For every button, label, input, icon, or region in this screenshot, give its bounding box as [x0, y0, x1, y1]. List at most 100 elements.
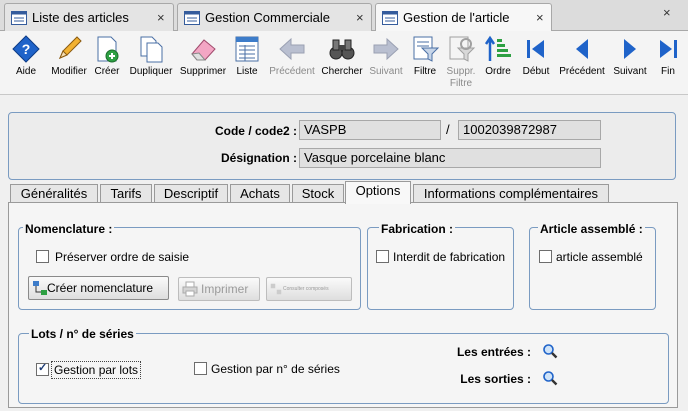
toolbar-label: Précédent: [559, 66, 605, 77]
toolbar-label: Modifier: [51, 66, 87, 77]
options-panel: Nomenclature : Préserver ordre de saisie…: [8, 202, 678, 408]
tab-informations-complementaires[interactable]: Informations complémentaires: [413, 184, 609, 204]
code-field[interactable]: VASPB: [299, 120, 441, 140]
search-button[interactable]: Chercher: [320, 34, 364, 92]
magnifier-icon[interactable]: [542, 343, 558, 359]
close-all-icon[interactable]: ×: [663, 5, 671, 20]
list-button[interactable]: Liste: [230, 34, 264, 92]
printer-icon: [182, 281, 198, 297]
toolbar-label: Chercher: [321, 66, 363, 77]
forbid-fabrication-checkbox[interactable]: [376, 250, 389, 263]
next-record-button[interactable]: Suivant: [609, 34, 651, 92]
designation-label: Désignation :: [220, 151, 297, 165]
assembled-label: article assemblé: [556, 250, 643, 264]
toolbar-label: Créer: [94, 66, 120, 77]
help-button[interactable]: ? Aide: [3, 34, 49, 92]
print-button[interactable]: Imprimer: [178, 277, 260, 301]
toolbar-label: Suppr. Filtre: [446, 66, 476, 89]
remove-filter-icon: [449, 36, 476, 62]
tab-options[interactable]: Options: [345, 181, 411, 204]
consult-components-button[interactable]: Consulter composés: [266, 277, 352, 301]
toolbar-label: Aide: [15, 66, 36, 77]
tab-close-icon[interactable]: ×: [536, 10, 544, 25]
tab-label: Gestion de l'article: [403, 10, 510, 25]
toolbar-label: Dupliquer: [129, 66, 173, 77]
fabrication-group: [367, 227, 514, 310]
nomenclature-title: Nomenclature :: [23, 222, 115, 236]
components-icon: [270, 283, 282, 295]
svg-text:?: ?: [22, 41, 31, 57]
tab-gestion-commerciale[interactable]: Gestion Commerciale ×: [177, 3, 372, 31]
code-separator: /: [446, 122, 450, 137]
tab-close-icon[interactable]: ×: [356, 10, 364, 25]
previous-disabled-button[interactable]: Précédent: [266, 34, 318, 92]
toolbar-label: Suivant: [613, 66, 647, 77]
exits-label: Les sorties :: [460, 372, 531, 386]
tab-generalites[interactable]: Généralités: [10, 184, 98, 204]
toolbar-label: Liste: [236, 66, 258, 77]
assembled-title: Article assemblé :: [538, 222, 645, 236]
eraser-icon: [191, 39, 216, 61]
manage-by-serial-checkbox[interactable]: [194, 362, 207, 375]
forbid-fabrication-label: Interdit de fabrication: [393, 250, 506, 264]
print-label: Imprimer: [201, 282, 249, 296]
tab-stock[interactable]: Stock: [292, 184, 344, 204]
preserve-order-checkbox[interactable]: [36, 250, 49, 263]
last-record-button[interactable]: Fin: [652, 34, 684, 92]
sort-order-button[interactable]: Ordre: [481, 34, 515, 92]
document-tab-bar: Liste des articles × Gestion Commerciale…: [0, 0, 688, 32]
delete-button[interactable]: Supprimer: [177, 34, 229, 92]
tab-liste-des-articles[interactable]: Liste des articles ×: [4, 3, 174, 31]
copy-icon: [140, 36, 163, 63]
code-label: Code / code2 :: [214, 124, 297, 138]
edit-button[interactable]: Modifier: [48, 34, 90, 92]
tab-gestion-article[interactable]: Gestion de l'article ×: [375, 3, 552, 32]
assembled-checkbox[interactable]: [539, 250, 552, 263]
next-disabled-button[interactable]: Suivant: [365, 34, 407, 92]
create-nomenclature-label: Créer nomenclature: [47, 281, 154, 295]
pencil-icon: [59, 36, 82, 59]
remove-filter-button[interactable]: Suppr. Filtre: [443, 34, 479, 92]
tab-label: Gestion Commerciale: [205, 10, 330, 25]
manage-by-serial-label: Gestion par n° de séries: [211, 362, 340, 376]
fabrication-title: Fabrication :: [379, 222, 456, 236]
help-icon: ?: [12, 35, 40, 63]
assembled-group: [529, 227, 656, 310]
create-nomenclature-button[interactable]: Créer nomenclature: [28, 276, 169, 300]
first-record-icon: [527, 40, 544, 58]
list-window-icon: [184, 11, 200, 25]
toolbar-label: Supprimer: [179, 66, 227, 77]
toolbar-label: Suivant: [369, 66, 403, 77]
create-button[interactable]: Créer: [89, 34, 125, 92]
toolbar-label: Début: [522, 66, 550, 77]
list-window-icon: [11, 11, 27, 25]
first-record-button[interactable]: Début: [517, 34, 555, 92]
code2-field[interactable]: 1002039872987: [458, 120, 601, 140]
tab-label: Liste des articles: [32, 10, 129, 25]
new-document-icon: [97, 36, 119, 63]
tab-achats[interactable]: Achats: [230, 184, 290, 204]
hierarchy-icon: [33, 281, 47, 295]
manage-by-lots-label: Gestion par lots: [51, 361, 142, 379]
binoculars-icon: [329, 39, 355, 60]
manage-by-lots-checkbox[interactable]: [36, 361, 49, 376]
arrow-right-icon: [373, 37, 399, 61]
previous-record-button[interactable]: Précédent: [556, 34, 608, 92]
previous-record-icon: [576, 39, 588, 59]
consult-components-label: Consulter composés: [283, 286, 329, 292]
tab-close-icon[interactable]: ×: [157, 10, 165, 25]
designation-field[interactable]: Vasque porcelaine blanc: [299, 148, 601, 168]
toolbar-label: Filtre: [413, 66, 437, 77]
tab-descriptif[interactable]: Descriptif: [154, 184, 228, 204]
tab-tarifs[interactable]: Tarifs: [100, 184, 152, 204]
arrow-left-icon: [279, 37, 305, 61]
filter-icon: [413, 36, 440, 62]
lots-title: Lots / n° de séries: [29, 327, 136, 341]
magnifier-icon[interactable]: [542, 370, 558, 386]
toolbar-label: Fin: [661, 66, 675, 77]
duplicate-button[interactable]: Dupliquer: [126, 34, 176, 92]
main-toolbar: ? Aide Modifier Créer Dupliquer Supprime…: [0, 31, 688, 95]
filter-button[interactable]: Filtre: [409, 34, 441, 92]
article-tab-bar: Généralités Tarifs Descriptif Achats Sto…: [8, 181, 678, 204]
sort-order-icon: [484, 35, 511, 61]
